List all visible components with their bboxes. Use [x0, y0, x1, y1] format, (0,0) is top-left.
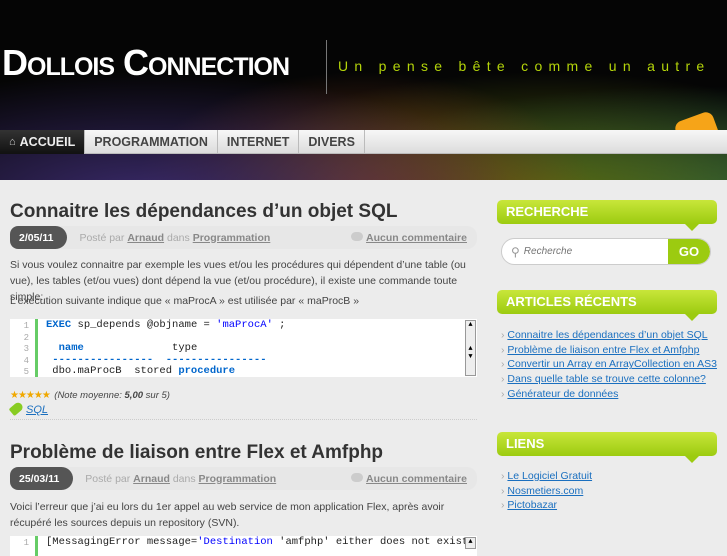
rating-text: sur 5)	[143, 390, 170, 401]
nav-item-accueil[interactable]: ⌂ ACCUEIL	[0, 130, 86, 154]
code-lines: [MessagingError message='Destination 'am…	[46, 536, 468, 549]
list-item: Convertir un Array en ArrayCollection en…	[501, 357, 717, 372]
code-scrollbar[interactable]: ▲	[465, 537, 476, 549]
author-link[interactable]: Arnaud	[127, 232, 164, 244]
meta-text: dans	[172, 472, 196, 485]
post-meta: 25/03/11 Posté par Arnaud dans Programma…	[10, 467, 477, 490]
recent-post-link[interactable]: Problème de liaison entre Flex et Amfphp	[507, 344, 699, 356]
recent-post-link[interactable]: Dans quelle table se trouve cette colonn…	[507, 373, 705, 385]
code-token: 'amfphp' either does not exist	[279, 536, 469, 548]
list-item: Connaitre les dépendances d’un objet SQL	[501, 328, 717, 343]
recent-posts-list: Connaitre les dépendances d’un objet SQL…	[501, 328, 717, 402]
comments-label: Aucun commentaire	[366, 231, 467, 244]
list-item: Générateur de données	[501, 387, 717, 402]
meta-text: dans	[167, 231, 190, 244]
search-form: ⚲ GO	[501, 238, 711, 265]
code-token: type	[83, 342, 198, 354]
header-divider	[326, 40, 327, 94]
code-token: name	[58, 342, 84, 354]
post-meta: 2/05/11 Posté par Arnaud dans Programmat…	[10, 226, 477, 249]
post-tags: SQL	[8, 400, 48, 418]
comments-label: Aucun commentaire	[366, 472, 467, 485]
search-input[interactable]	[523, 246, 668, 257]
code-token: dbo.maProcB stored	[46, 365, 179, 377]
meta-text: Posté par	[79, 231, 125, 244]
code-lines: EXEC sp_depends @objname = 'maProcA' ; n…	[46, 319, 285, 378]
post-title[interactable]: Connaitre les dépendances d’un objet SQL	[10, 201, 477, 223]
recent-post-link[interactable]: Convertir un Array en ArrayCollection en…	[507, 358, 717, 370]
comments-link[interactable]: Aucun commentaire	[351, 231, 467, 244]
post-divider	[10, 419, 477, 420]
code-token: sp_depends @objname =	[71, 319, 217, 331]
post: Problème de liaison entre Flex et Amfphp…	[10, 442, 477, 556]
widget-title-links: LIENS	[497, 432, 717, 463]
nav-label: ACCUEIL	[19, 135, 76, 149]
line-numbers: 1	[10, 536, 38, 556]
category-link[interactable]: Programmation	[199, 473, 277, 485]
post-paragraph: L’exécution suivante indique que « maPro…	[10, 295, 360, 307]
comment-icon	[351, 472, 364, 482]
code-scrollbar[interactable]: ▲ ▲ ▼	[465, 320, 476, 376]
rating-value: 5,00	[124, 390, 144, 401]
post-title[interactable]: Problème de liaison entre Flex et Amfphp	[10, 442, 477, 464]
widget-title-search: RECHERCHE	[497, 200, 717, 231]
nav-item-programmation[interactable]: PROGRAMMATION	[85, 130, 218, 154]
tag-link[interactable]: SQL	[26, 404, 48, 416]
category-link[interactable]: Programmation	[193, 232, 271, 244]
code-token: ;	[272, 319, 286, 331]
recent-post-link[interactable]: Générateur de données	[507, 388, 618, 400]
search-go-button[interactable]: GO	[668, 239, 710, 264]
widget-title-recent: ARTICLES RÉCENTS	[497, 290, 717, 321]
comment-icon	[351, 231, 364, 241]
nav-item-internet[interactable]: INTERNET	[218, 130, 300, 154]
links-list: Le Logiciel Gratuit Nosmetiers.com Picto…	[501, 469, 592, 513]
home-icon: ⌂	[9, 136, 16, 148]
list-item: Nosmetiers.com	[501, 484, 592, 499]
meta-text: Posté par	[85, 472, 131, 485]
post-date: 25/03/11	[10, 467, 74, 490]
post-paragraph: Voici l’erreur que j’ai eu lors du 1er a…	[10, 501, 445, 529]
tag-icon	[8, 400, 25, 417]
list-item: Problème de liaison entre Flex et Amfphp	[501, 343, 717, 358]
code-token: procedure	[178, 365, 236, 377]
site-tagline: Un pense bête comme un autre	[338, 58, 711, 74]
site-logo[interactable]: Dollois Connection	[2, 42, 290, 84]
post: Connaitre les dépendances d’un objet SQL…	[8, 201, 477, 417]
external-link[interactable]: Nosmetiers.com	[507, 485, 583, 497]
code-token: ---------------- ----------------	[46, 353, 267, 366]
code-token: 'maProcA'	[216, 319, 273, 331]
code-block: 1 2 3 4 5 EXEC sp_depends @objname = 'ma…	[10, 319, 477, 377]
list-item: Le Logiciel Gratuit	[501, 469, 592, 484]
search-icon: ⚲	[511, 244, 520, 259]
code-token: 'Destination	[197, 536, 280, 548]
author-link[interactable]: Arnaud	[133, 473, 170, 485]
recent-post-link[interactable]: Connaitre les dépendances d’un objet SQL	[507, 329, 707, 341]
list-item: Pictobazar	[501, 498, 592, 513]
comments-link[interactable]: Aucun commentaire	[351, 472, 467, 485]
rating-text: (Note moyenne:	[54, 390, 125, 401]
code-token: [MessagingError message=	[46, 536, 198, 548]
post-date: 2/05/11	[10, 226, 68, 249]
nav-item-divers[interactable]: DIVERS	[299, 130, 365, 154]
main-nav: ⌂ ACCUEIL PROGRAMMATION INTERNET DIVERS	[0, 130, 727, 154]
external-link[interactable]: Pictobazar	[507, 499, 557, 511]
list-item: Dans quelle table se trouve cette colonn…	[501, 372, 717, 387]
code-block: 1 [MessagingError message='Destination '…	[10, 536, 477, 556]
line-numbers: 1 2 3 4 5	[10, 319, 38, 377]
code-token: EXEC	[46, 319, 72, 331]
external-link[interactable]: Le Logiciel Gratuit	[507, 470, 592, 482]
